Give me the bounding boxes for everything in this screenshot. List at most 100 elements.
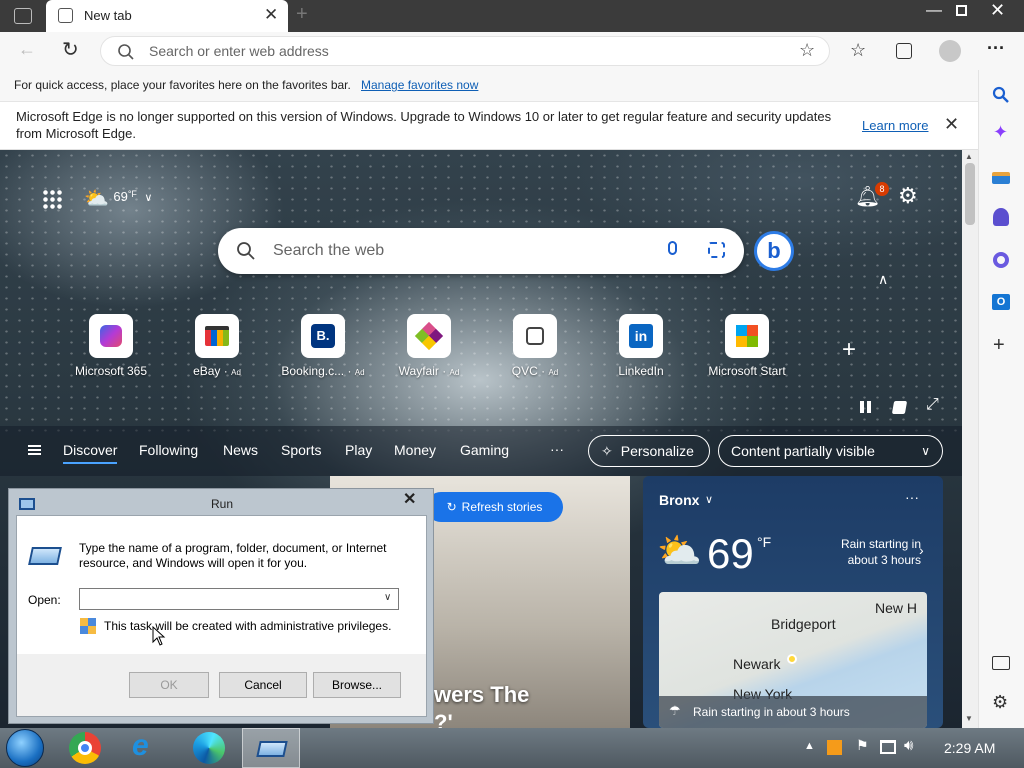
more-tabs-button[interactable]: ··· — [550, 441, 564, 457]
cancel-label: Cancel — [244, 678, 282, 692]
chevron-right-icon[interactable]: › — [919, 542, 924, 558]
visual-search-icon[interactable] — [708, 242, 725, 258]
scrollbar-thumb[interactable] — [965, 163, 975, 225]
refresh-icon[interactable]: ↻ — [62, 37, 79, 62]
scroll-down-arrow[interactable]: ▼ — [965, 714, 973, 723]
weather-card-more-icon[interactable]: ··· — [905, 489, 919, 505]
tab-play[interactable]: Play — [345, 442, 372, 458]
copilot-sparkle-icon[interactable]: ✦ — [993, 122, 1008, 143]
refresh-stories-button[interactable]: ↻ Refresh stories — [426, 492, 563, 522]
add-quick-link-icon[interactable]: + — [842, 336, 856, 364]
scroll-up-arrow[interactable]: ▲ — [965, 152, 973, 161]
edge-taskbar-button[interactable] — [180, 729, 238, 767]
personalize-button[interactable]: ✧ Personalize — [588, 435, 710, 467]
profile-avatar[interactable] — [939, 40, 961, 62]
weather-location[interactable]: Bronx — [659, 492, 699, 508]
manage-favorites-link[interactable]: Manage favorites now — [361, 78, 478, 92]
collections-icon[interactable] — [896, 43, 912, 59]
tab-news[interactable]: News — [223, 442, 258, 458]
quick-link-linkedin[interactable]: in LinkedIn — [586, 314, 696, 378]
run-taskbar-button[interactable] — [242, 728, 300, 768]
volume-icon[interactable]: 🔊︎ — [904, 737, 913, 754]
bing-chat-icon[interactable]: b — [754, 231, 794, 271]
close-window-button[interactable]: ✕ — [990, 0, 1005, 21]
add-favorite-icon[interactable]: ☆ — [799, 40, 815, 61]
browse-button[interactable]: Browse... — [313, 672, 401, 698]
tab-gaming[interactable]: Gaming — [460, 442, 509, 458]
chrome-taskbar-button[interactable] — [56, 729, 114, 767]
network-icon[interactable] — [880, 740, 896, 754]
quick-link-ebay[interactable]: eBay · Ad — [162, 314, 272, 378]
tab-sports[interactable]: Sports — [281, 442, 321, 458]
tab-actions-icon[interactable] — [14, 8, 32, 24]
outlook-icon[interactable]: O — [992, 294, 1010, 310]
close-infobar-icon[interactable]: ✕ — [944, 114, 959, 135]
tab-following[interactable]: Following — [139, 442, 198, 458]
ad-label: Ad — [354, 368, 365, 377]
open-combobox[interactable]: ∨ — [79, 588, 399, 610]
wayfair-icon — [407, 314, 451, 358]
search-icon — [237, 242, 255, 260]
hamburger-menu-icon[interactable] — [28, 445, 41, 455]
weather-widget[interactable]: ⛅ 69°F ∨ — [84, 186, 152, 211]
favorites-icon[interactable]: ☆ — [850, 40, 866, 61]
quick-link-microsoft-start[interactable]: Microsoft Start — [692, 314, 802, 378]
learn-more-link[interactable]: Learn more — [862, 118, 928, 133]
microsoft-365-icon — [89, 314, 133, 358]
collapse-chevron-icon[interactable]: ∧ — [878, 271, 888, 288]
microphone-icon[interactable] — [668, 241, 677, 255]
title-bar: New tab ✕ + — ✕ — [0, 0, 1024, 32]
tools-icon[interactable] — [992, 172, 1010, 184]
tab-money[interactable]: Money — [394, 442, 436, 458]
apps-launcher-icon[interactable] — [42, 189, 62, 209]
restore-button[interactable] — [956, 5, 967, 16]
address-input[interactable]: Search or enter web address — [149, 43, 329, 59]
page-scrollbar[interactable]: ▲ ▼ — [962, 150, 978, 728]
tab-new-tab[interactable]: New tab ✕ — [46, 0, 288, 32]
quick-link-microsoft-365[interactable]: Microsoft 365 — [56, 314, 166, 378]
quick-link-wayfair[interactable]: Wayfair · Ad — [374, 314, 484, 378]
page-settings-gear-icon[interactable]: ⚙ — [898, 183, 918, 209]
edge-sidebar: ✦ O + ⚙ — [978, 70, 1024, 728]
close-tab-icon[interactable]: ✕ — [264, 5, 278, 25]
address-bar[interactable]: Search or enter web address ☆ — [100, 36, 830, 66]
internet-explorer-taskbar-button[interactable]: e — [118, 729, 176, 767]
web-search-box[interactable]: Search the web — [218, 228, 744, 274]
search-icon — [118, 44, 134, 60]
run-title-icon — [19, 498, 35, 510]
map-footer-text: Rain starting in about 3 hours — [693, 705, 850, 719]
quick-link-label: LinkedIn — [618, 364, 664, 378]
show-hidden-icons-arrow[interactable]: ▲ — [804, 740, 815, 752]
pause-background-icon[interactable] — [860, 401, 871, 413]
games-icon[interactable] — [993, 208, 1009, 226]
web-search-input[interactable]: Search the web — [273, 242, 384, 260]
sidebar-settings-icon[interactable]: ⚙ — [992, 692, 1008, 713]
weather-map[interactable]: New H Bridgeport Newark New York ☂ Rain … — [659, 592, 927, 728]
edit-background-icon[interactable] — [891, 401, 908, 414]
quick-link-qvc[interactable]: QVC · Ad — [480, 314, 590, 378]
ok-button[interactable]: OK — [129, 672, 209, 698]
clock[interactable]: 2:29 AM — [944, 740, 995, 756]
cancel-button[interactable]: Cancel — [219, 672, 307, 698]
newtab-icon — [58, 8, 73, 23]
sidebar-search-icon[interactable] — [992, 86, 1010, 104]
hide-sidebar-icon[interactable] — [992, 656, 1010, 670]
add-sidebar-app-icon[interactable]: + — [993, 334, 1005, 357]
content-visibility-dropdown[interactable]: Content partially visible ∨ — [718, 435, 943, 467]
weather-card[interactable]: Bronx ∨ ··· ⛅ 69 °F Rain starting in abo… — [643, 476, 943, 728]
office-icon[interactable] — [993, 252, 1009, 268]
action-center-flag-icon[interactable]: ⚑ — [856, 737, 869, 754]
start-button[interactable] — [6, 729, 44, 767]
fullscreen-expand-icon[interactable]: ⤢ — [926, 396, 939, 414]
run-close-button[interactable]: ✕ — [403, 489, 416, 509]
quick-link-booking[interactable]: B. Booking.c... · Ad — [268, 314, 378, 378]
back-arrow-icon[interactable]: ← — [18, 39, 36, 60]
avast-tray-icon[interactable] — [827, 740, 842, 755]
tab-discover[interactable]: Discover — [63, 442, 118, 464]
chevron-down-icon: ∨ — [144, 192, 153, 204]
minimize-button[interactable]: — — [926, 2, 942, 20]
settings-more-icon[interactable]: ··· — [987, 38, 1005, 59]
quick-link-label: Microsoft 365 — [74, 364, 148, 378]
chevron-down-icon[interactable]: ∨ — [384, 592, 391, 603]
new-tab-button[interactable]: + — [296, 3, 308, 26]
